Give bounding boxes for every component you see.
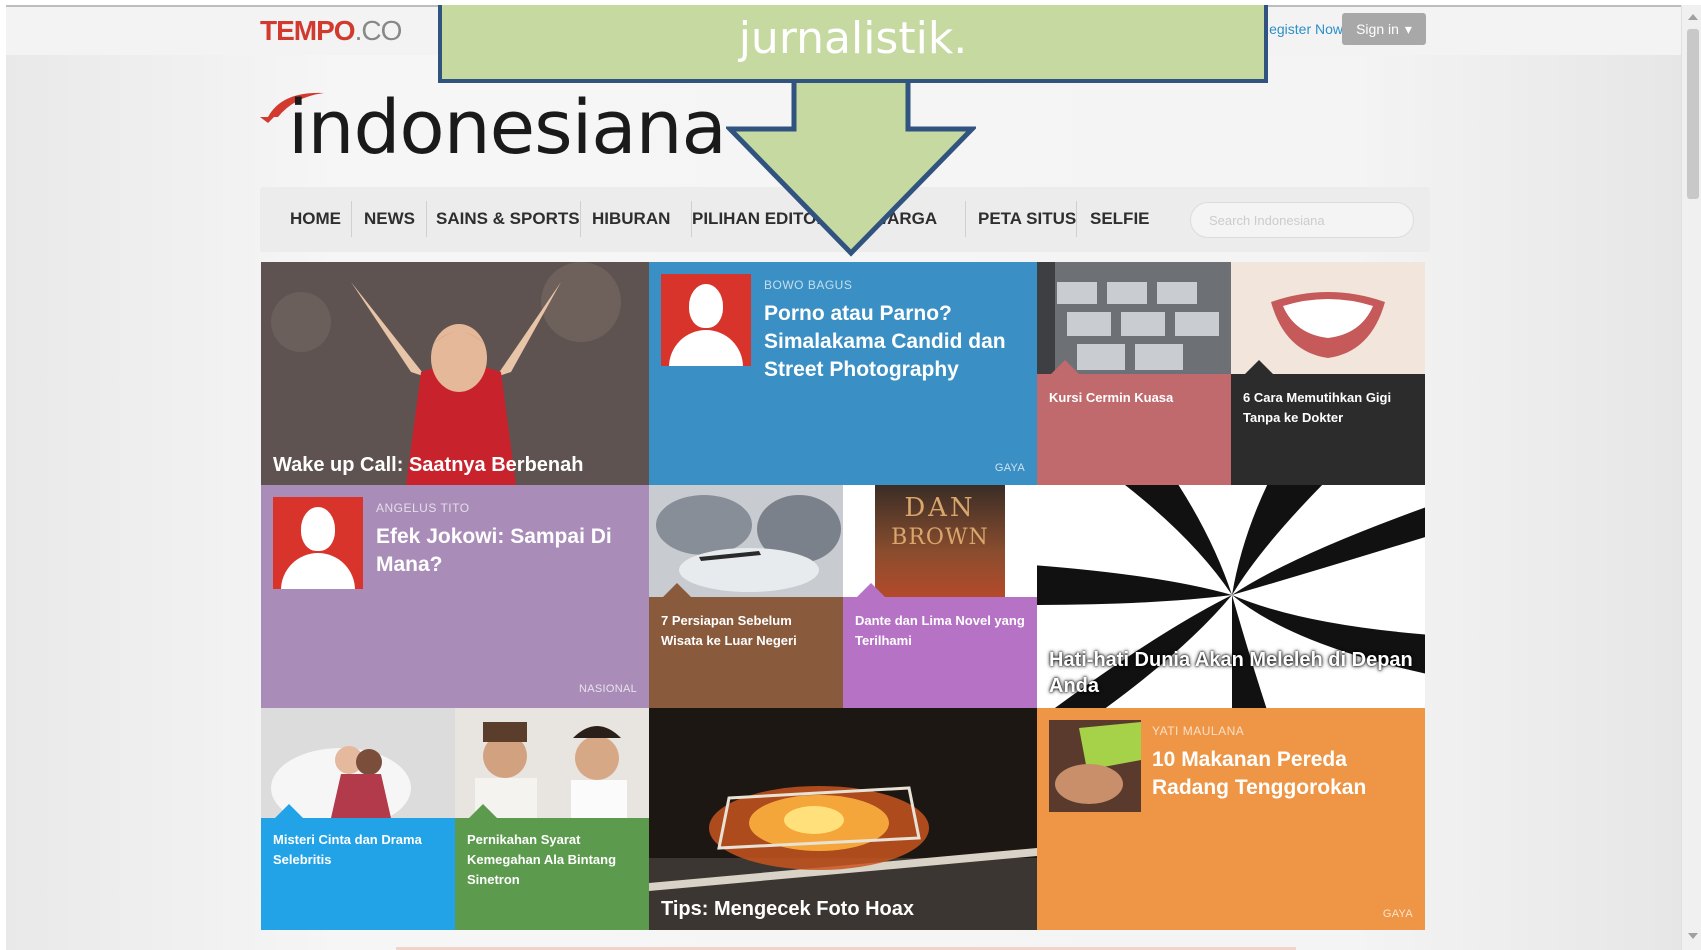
book-author-line1: DAN [904,493,976,523]
sign-in-button[interactable]: Sign in ▾ [1342,13,1426,45]
tile-notch [1245,360,1273,374]
tile-title: 7 Persiapan Sebelum Wisata ke Luar Neger… [661,613,797,648]
callout-text: jurnalistik. [738,13,968,64]
scroll-down-icon[interactable] [1688,933,1698,939]
tile-gigi[interactable]: 6 Cara Memutihkan Gigi Tanpa ke Dokter [1231,262,1425,485]
tile-title: 6 Cara Memutihkan Gigi Tanpa ke Dokter [1243,390,1392,425]
airplane-sky-image [649,485,843,597]
tile-notch [1051,360,1079,374]
tile-title: 10 Makanan Pereda Radang Tenggorokan [1152,748,1367,799]
chevron-down-icon: ▾ [1404,20,1412,37]
nav-home[interactable]: HOME [290,209,341,229]
tile-porno-parno[interactable]: BOWO BAGUS Porno atau Parno? Simalakama … [649,262,1037,485]
tile-title: Efek Jokowi: Sampai Di Mana? [376,525,612,576]
register-link[interactable]: Register Now! [1259,21,1347,37]
ballot-boxes-image [1037,262,1231,374]
food-thumbnail-image [1049,720,1141,812]
tile-author: YATI MAULANA [1152,724,1245,738]
tile-pernikahan[interactable]: Pernikahan Syarat Kemegahan Ala Bintang … [455,708,649,930]
annotation-callout: jurnalistik. [438,5,1268,83]
tile-kursi[interactable]: Kursi Cermin Kuasa [1037,262,1231,485]
nav-divider [426,201,427,237]
author-avatar-icon [661,274,751,366]
sign-in-label: Sign in [1356,21,1399,37]
nav-peta-situs[interactable]: PETA SITUS [978,209,1076,229]
tile-dunia-meleleh[interactable]: Hati-hati Dunia Akan Meleleh di Depan An… [1037,485,1425,708]
tile-author: BOWO BAGUS [764,278,853,292]
couple-photo-image [261,708,455,818]
tile-title: Wake up Call: Saatnya Berbenah [273,454,584,476]
tile-notch [275,804,303,818]
tile-robben[interactable]: Wake up Call: Saatnya Berbenah [261,262,649,485]
author-avatar-icon [273,497,363,589]
tile-category: GAYA [994,462,1025,474]
nav-sains-sports[interactable]: SAINS & SPORTS [436,209,580,229]
nav-divider [351,201,352,237]
tempo-brand-suffix: .CO [354,15,403,46]
tile-dante[interactable]: DAN BROWN Dante dan Lima Novel yang Teri… [843,485,1037,708]
tile-title: Dante dan Lima Novel yang Terilhami [855,613,1025,648]
tile-misteri-cinta[interactable]: Misteri Cinta dan Drama Selebritis [261,708,455,930]
tempo-logo[interactable]: TEMPO.CO [260,15,403,47]
tile-title: Kursi Cermin Kuasa [1049,390,1174,405]
tile-title: Porno atau Parno? Simalakama Candid dan … [764,302,1006,381]
tile-title: Tips: Mengecek Foto Hoax [661,898,915,920]
nav-hiburan[interactable]: HIBURAN [592,209,670,229]
tile-category: NASIONAL [578,683,637,695]
book-author-line2: BROWN [891,525,989,550]
tile-notch [469,804,497,818]
tile-title: Pernikahan Syarat Kemegahan Ala Bintang … [467,832,617,887]
search-input[interactable]: Search Indonesiana [1190,202,1414,238]
tile-wisata[interactable]: 7 Persiapan Sebelum Wisata ke Luar Neger… [649,485,843,708]
tempo-brand-main: TEMPO [260,15,356,46]
smile-image [1231,262,1425,374]
scrollbar-thumb[interactable] [1687,29,1699,199]
nav-divider [580,201,581,237]
tile-title: Hati-hati Dunia Akan Meleleh di Depan An… [1049,649,1413,697]
book-cover-image: DAN BROWN [843,485,1037,597]
vertical-scrollbar[interactable] [1681,5,1701,950]
nav-selfie[interactable]: SELFIE [1090,209,1150,229]
wedding-photo-image [455,708,649,818]
tile-notch [663,583,691,597]
nav-news[interactable]: NEWS [364,209,415,229]
tile-category: GAYA [1382,908,1413,920]
nav-divider [1076,201,1077,237]
scroll-up-icon[interactable] [1688,14,1698,20]
tile-title: Misteri Cinta dan Drama Selebritis [273,832,422,867]
tile-makanan[interactable]: YATI MAULANA 10 Makanan Pereda Radang Te… [1037,708,1425,930]
tile-foto-hoax[interactable]: Tips: Mengecek Foto Hoax [649,708,1037,930]
tile-author: ANGELUS TITO [376,501,470,515]
logo-wordmark: indonesiana [288,85,727,171]
tile-notch [857,583,885,597]
down-arrow-icon [726,77,976,257]
tile-jokowi[interactable]: ANGELUS TITO Efek Jokowi: Sampai Di Mana… [261,485,649,708]
indonesiana-logo[interactable]: indonesiana [260,83,727,179]
browser-viewport: TEMPO.CO Register Now! Sign in ▾ indonesi… [6,5,1687,950]
